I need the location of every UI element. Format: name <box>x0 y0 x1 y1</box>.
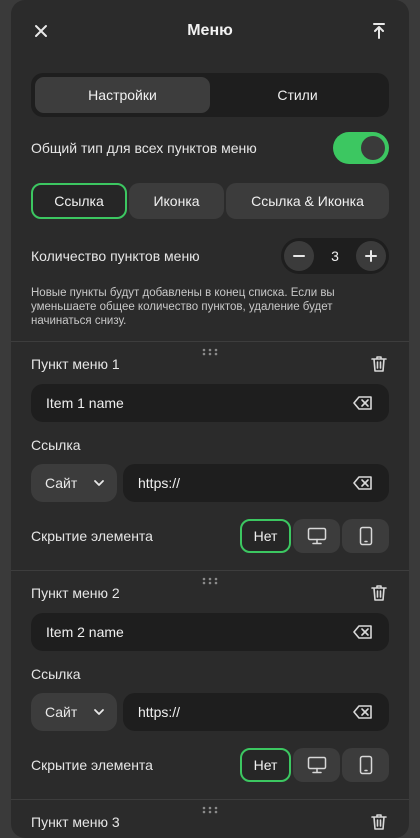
menu-item-title: Пункт меню 1 <box>31 356 120 372</box>
menu-item-1: Пункт меню 1 Item 1 name Ссылка Сайт htt… <box>11 342 409 571</box>
trash-icon <box>371 814 387 830</box>
clear-name-button[interactable] <box>353 395 373 411</box>
link-row: Сайт https:// <box>11 464 409 502</box>
menu-item-3: Пункт меню 3 <box>11 800 409 838</box>
hide-element-row: Скрытие элемента Нет <box>11 518 409 554</box>
link-url-field[interactable]: https:// <box>123 693 389 731</box>
link-row: Сайт https:// <box>11 693 409 731</box>
panel-header: Меню <box>11 0 409 62</box>
drag-handle-icon[interactable] <box>202 348 218 356</box>
tab-styles[interactable]: Стили <box>210 77 385 113</box>
backspace-icon <box>353 625 372 639</box>
link-url-field[interactable]: https:// <box>123 464 389 502</box>
item-count-hint: Новые пункты будут добавлены в конец спи… <box>31 287 335 327</box>
backspace-icon <box>353 705 372 719</box>
increment-button[interactable] <box>356 241 386 271</box>
desktop-icon <box>307 527 326 545</box>
panel-title: Меню <box>187 22 233 39</box>
item-count-value: 3 <box>331 248 339 264</box>
close-icon <box>35 25 47 37</box>
drag-handle-icon[interactable] <box>202 577 218 585</box>
hide-option-desktop[interactable] <box>293 519 340 553</box>
plus-icon <box>365 250 377 262</box>
decrement-button[interactable] <box>284 241 314 271</box>
menu-item-title: Пункт меню 2 <box>31 585 120 601</box>
item-count-row: Количество пунктов меню 3 <box>31 238 389 274</box>
link-type-select[interactable]: Сайт <box>31 464 117 502</box>
hide-option-mobile[interactable] <box>342 748 389 782</box>
item-name-value: Item 2 name <box>46 624 124 640</box>
link-type-value: Сайт <box>45 475 78 491</box>
backspace-icon <box>353 396 372 410</box>
type-option-link[interactable]: Ссылка <box>31 183 127 219</box>
item-name-field[interactable]: Item 1 name <box>31 384 389 422</box>
desktop-icon <box>307 756 326 774</box>
delete-item-button[interactable] <box>369 812 389 832</box>
item-count-stepper: 3 <box>281 238 389 274</box>
link-type-select[interactable]: Сайт <box>31 693 117 731</box>
type-option-icon[interactable]: Иконка <box>129 183 224 219</box>
hide-option-none[interactable]: Нет <box>240 519 291 553</box>
export-button[interactable] <box>369 21 389 41</box>
clear-link-button[interactable] <box>353 475 373 491</box>
hide-element-row: Скрытие элемента Нет <box>11 747 409 783</box>
export-icon <box>373 23 385 39</box>
link-url-value: https:// <box>138 475 181 491</box>
menu-item-title: Пункт меню 3 <box>31 814 120 830</box>
hide-element-selector: Нет <box>240 519 389 553</box>
hide-option-mobile[interactable] <box>342 519 389 553</box>
hide-element-label: Скрытие элемента <box>31 528 153 544</box>
hide-option-none[interactable]: Нет <box>240 748 291 782</box>
delete-item-button[interactable] <box>369 583 389 603</box>
hide-element-selector: Нет <box>240 748 389 782</box>
link-type-value: Сайт <box>45 704 78 720</box>
trash-icon <box>371 356 387 372</box>
chevron-down-icon <box>94 480 104 486</box>
delete-item-button[interactable] <box>369 354 389 374</box>
tab-settings[interactable]: Настройки <box>35 77 210 113</box>
close-button[interactable] <box>31 21 51 41</box>
item-name-value: Item 1 name <box>46 395 124 411</box>
menu-settings-panel: Меню Настройки Стили Общий тип для всех … <box>11 0 409 838</box>
mobile-icon <box>359 526 372 546</box>
link-label: Ссылка <box>31 666 81 682</box>
menu-item-2: Пункт меню 2 Item 2 name Ссылка Сайт htt… <box>11 571 409 800</box>
clear-name-button[interactable] <box>353 624 373 640</box>
drag-handle-icon[interactable] <box>202 806 218 814</box>
hide-element-label: Скрытие элемента <box>31 757 153 773</box>
mobile-icon <box>359 755 372 775</box>
trash-icon <box>371 585 387 601</box>
type-selector: Ссылка Иконка Ссылка & Иконка <box>31 183 389 219</box>
hide-option-desktop[interactable] <box>293 748 340 782</box>
chevron-down-icon <box>94 709 104 715</box>
type-option-link-icon[interactable]: Ссылка & Иконка <box>226 183 389 219</box>
minus-icon <box>293 255 305 257</box>
settings-tabs: Настройки Стили <box>31 73 389 117</box>
link-url-value: https:// <box>138 704 181 720</box>
general-type-toggle[interactable] <box>333 132 389 164</box>
general-type-label: Общий тип для всех пунктов меню <box>31 140 257 156</box>
toggle-knob <box>361 136 385 160</box>
general-type-row: Общий тип для всех пунктов меню <box>31 132 389 164</box>
link-label: Ссылка <box>31 437 81 453</box>
item-name-field[interactable]: Item 2 name <box>31 613 389 651</box>
backspace-icon <box>353 476 372 490</box>
item-count-label: Количество пунктов меню <box>31 248 200 264</box>
clear-link-button[interactable] <box>353 704 373 720</box>
